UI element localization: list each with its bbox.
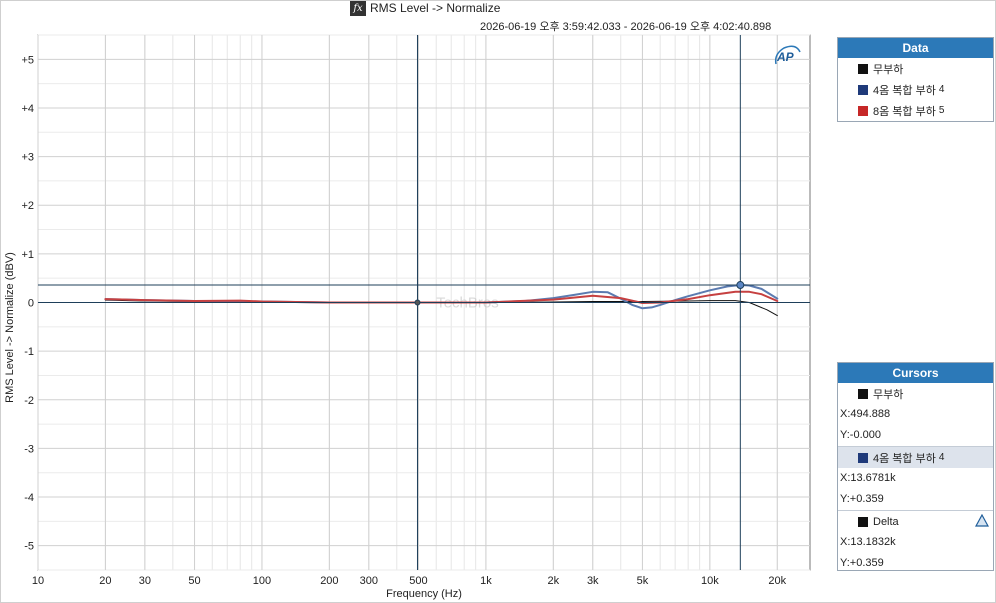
cursors-panel-title: Cursors [838,363,993,383]
cursor1-y: Y:-0.000 [840,429,881,441]
x-tick-label: 200 [320,575,338,587]
y-tick-label: -1 [24,346,34,358]
x-tick-labels: 10 20 30 50 100 200 300 500 1k 2k 3k 5k 10k 20k [32,575,787,587]
y-tick-label: -5 [24,541,34,553]
cursor-2-marker [736,281,745,290]
y-tick-label: 0 [28,298,34,310]
x-tick-label: 100 [253,575,271,587]
y-tick-label: -3 [24,443,34,455]
legend-swatch [858,84,868,95]
x-tick-label: 50 [188,575,200,587]
cursor1-name[interactable]: 무부하 [838,383,993,404]
legend-item-4ohm[interactable]: 4옴 복합 부하 4 [838,79,993,100]
legend-swatch [858,63,868,74]
delta-x: X:13.1832k [840,536,896,548]
y-tick-label: +3 [21,152,34,164]
cursor2-x: X:13.6781k [840,472,896,484]
y-tick-label: +1 [21,249,34,261]
cursor2-swatch [858,452,868,463]
x-tick-label: 2k [548,575,560,587]
x-tick-label: 3k [587,575,599,587]
cursor2-y: Y:+0.359 [840,493,884,505]
x-tick-label: 30 [139,575,151,587]
delta-name[interactable]: Delta [838,510,993,532]
y-axis-label: RMS Level -> Normalize (dBV) [4,252,16,403]
legend-item-no-load[interactable]: 무부하 [838,58,993,79]
x-tick-label: 20k [768,575,786,587]
delta-icon[interactable] [975,514,989,528]
cursor-1-marker [414,299,421,306]
y-tick-label: +2 [21,200,34,212]
data-legend-panel: Data 무부하 4옴 복합 부하 4 8옴 복합 부하 5 [837,37,994,122]
svg-text:AP: AP [776,50,795,64]
x-tick-label: 20 [99,575,111,587]
legend-item-8ohm[interactable]: 8옴 복합 부하 5 [838,100,993,121]
delta-swatch [858,516,868,527]
x-axis-label: Frequency (Hz) [386,588,462,600]
delta-y: Y:+0.359 [840,557,884,569]
x-tick-label: 300 [360,575,378,587]
ap-logo: AP [772,44,802,68]
x-tick-label: 10k [701,575,719,587]
cursor1-swatch [858,388,868,399]
x-tick-label: 1k [480,575,492,587]
y-tick-label: -2 [24,395,34,407]
x-tick-label: 5k [637,575,649,587]
legend-swatch [858,105,868,116]
x-tick-label: 500 [409,575,427,587]
cursor2-name[interactable]: 4옴 복합 부하 4 [838,446,993,468]
cursors-panel: Cursors 무부하 X:494.888 Y:-0.000 4옴 복합 부하 … [837,362,994,571]
y-tick-label: +4 [21,103,34,115]
cursor1-x: X:494.888 [840,408,891,420]
y-tick-label: -4 [24,492,34,504]
y-tick-label: +5 [21,54,34,66]
data-panel-title: Data [838,38,993,58]
y-tick-labels: +5 +4 +3 +2 +1 0 -1 -2 -3 -4 -5 [21,54,34,552]
x-tick-label: 10 [32,575,44,587]
